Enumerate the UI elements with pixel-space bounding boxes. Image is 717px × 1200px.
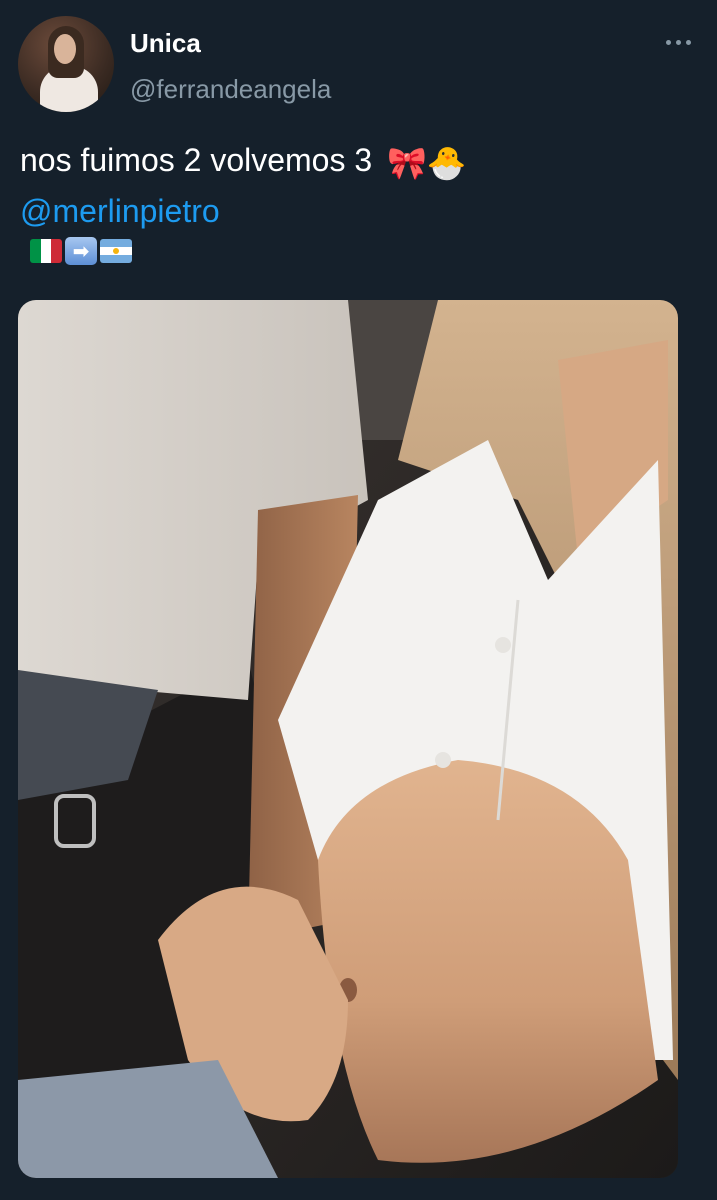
tweet-text-line: nos fuimos 2 volvemos 3 🎀🐣 [20,136,700,187]
mention-link[interactable]: @merlinpietro [20,193,220,229]
tweet-text-main: nos fuimos 2 volvemos 3 [20,142,373,178]
flags-row: ➡ [30,237,132,265]
user-handle[interactable]: @ferrandeangela [130,74,331,105]
avatar[interactable] [18,16,114,112]
tweet-photo[interactable] [18,300,678,1178]
display-name[interactable]: Unica [130,28,201,59]
right-arrow-icon: ➡ [65,237,97,265]
italy-flag-icon [30,239,62,263]
tweet-text: nos fuimos 2 volvemos 3 🎀🐣 @merlinpietro [20,136,700,235]
photo-illustration [18,300,678,1178]
argentina-flag-icon [100,239,132,263]
more-options-icon[interactable] [666,40,691,45]
bow-chick-emoji: 🎀🐣 [387,144,467,181]
tweet[interactable]: Unica @ferrandeangela nos fuimos 2 volve… [0,0,717,1200]
